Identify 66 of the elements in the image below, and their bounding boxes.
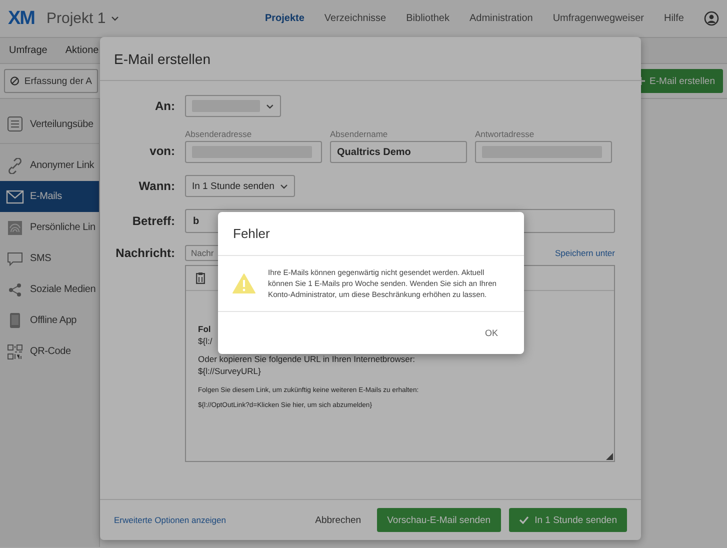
field-label: Nachricht: (114, 246, 175, 260)
chevron-down-icon (266, 104, 274, 108)
message-text: Oder kopieren Sie folgende URL in Ihren Internetbrowser: (198, 354, 416, 364)
resize-grip-icon[interactable] (606, 453, 613, 460)
nav-link[interactable]: Verzeichnisse (324, 13, 386, 24)
preview-email-button[interactable]: Vorschau-E-Mail senden (377, 508, 501, 532)
user-icon[interactable] (704, 11, 719, 26)
app-logo[interactable]: XM (8, 8, 34, 30)
nav-link[interactable]: Hilfe (664, 13, 684, 24)
advanced-options-link[interactable]: Erweiterte Optionen anzeigen (114, 515, 226, 525)
clipboard-icon[interactable] (196, 272, 205, 284)
nav-link[interactable]: Projekte (264, 13, 304, 24)
send-button[interactable]: In 1 Stunde senden (508, 508, 627, 532)
sidebar-item[interactable]: Offline App (0, 305, 99, 336)
chevron-down-icon (280, 184, 288, 188)
dialog-title: E-Mail erstellen (114, 50, 210, 66)
sidebar-item-label: Anonymer Link (30, 160, 94, 171)
sidebar-item-label: QR-Code (30, 346, 71, 357)
share-icon (6, 282, 24, 296)
qr-code-icon (6, 344, 24, 360)
message-text: Fol (198, 324, 211, 334)
sidebar-item-label: E-Mails (30, 191, 62, 202)
message-text: ${l://SurveyURL} (198, 366, 261, 376)
ban-icon (10, 76, 20, 86)
sidebar-item[interactable]: Persönliche Lin (0, 212, 99, 243)
sidebar-item[interactable]: Verteilungsübe (0, 105, 99, 144)
sidebar-item-label: Soziale Medien (30, 284, 96, 295)
field-label: von: (148, 144, 175, 160)
sidebar-item-label: Offline App (30, 315, 77, 326)
schedule-dropdown[interactable]: In 1 Stunde senden (185, 175, 296, 197)
nav-link[interactable]: Bibliothek (406, 13, 450, 24)
field-label: An: (154, 99, 175, 113)
subnav-tab[interactable]: Aktione (65, 45, 99, 56)
filter-button[interactable]: Erfassung der A (4, 69, 98, 93)
subnav-tab[interactable]: Umfrage (9, 45, 48, 56)
sidebar-item[interactable]: Anonymer Link (0, 150, 99, 181)
sidebar-item[interactable]: E-Mails (0, 181, 99, 212)
checkmark-icon (518, 516, 529, 524)
sidebar-item-label: SMS (30, 253, 52, 264)
sidebar-item-label: Persönliche Lin (30, 222, 96, 233)
nav-link[interactable]: Umfragenwegweiser (552, 13, 644, 24)
chevron-down-icon (110, 16, 119, 21)
link-icon (6, 158, 24, 174)
message-text: ${l:/ (198, 336, 212, 346)
sidebar-item-label: Verteilungsübe (30, 118, 94, 130)
input-field[interactable]: Qualtrics Demo (330, 141, 467, 163)
field-label: Betreff: (131, 214, 175, 228)
input-field[interactable] (475, 141, 612, 163)
nav-link[interactable]: Administration (469, 13, 533, 24)
fingerprint-icon (6, 220, 24, 236)
sidebar-item[interactable]: QR-Code (0, 336, 99, 367)
field-label: Wann: (138, 179, 175, 193)
field-caption: Antwortadresse (475, 129, 536, 139)
ok-button[interactable]: OK (478, 327, 504, 339)
envelope-icon (6, 190, 24, 204)
warning-icon (232, 273, 256, 294)
field-caption: Absenderadresse (185, 129, 253, 139)
list-icon (6, 116, 24, 132)
cancel-button[interactable]: Abbrechen (307, 514, 370, 526)
sidebar-item[interactable]: Soziale Medien (0, 274, 99, 305)
sidebar-item[interactable]: SMS (0, 243, 99, 274)
input-field[interactable] (185, 141, 322, 163)
speech-bubble-icon (6, 250, 24, 266)
field-caption: Absendername (330, 129, 389, 139)
save-as-link[interactable]: Speichern unter (554, 248, 615, 258)
project-title[interactable]: Projekt 1 (46, 10, 106, 27)
